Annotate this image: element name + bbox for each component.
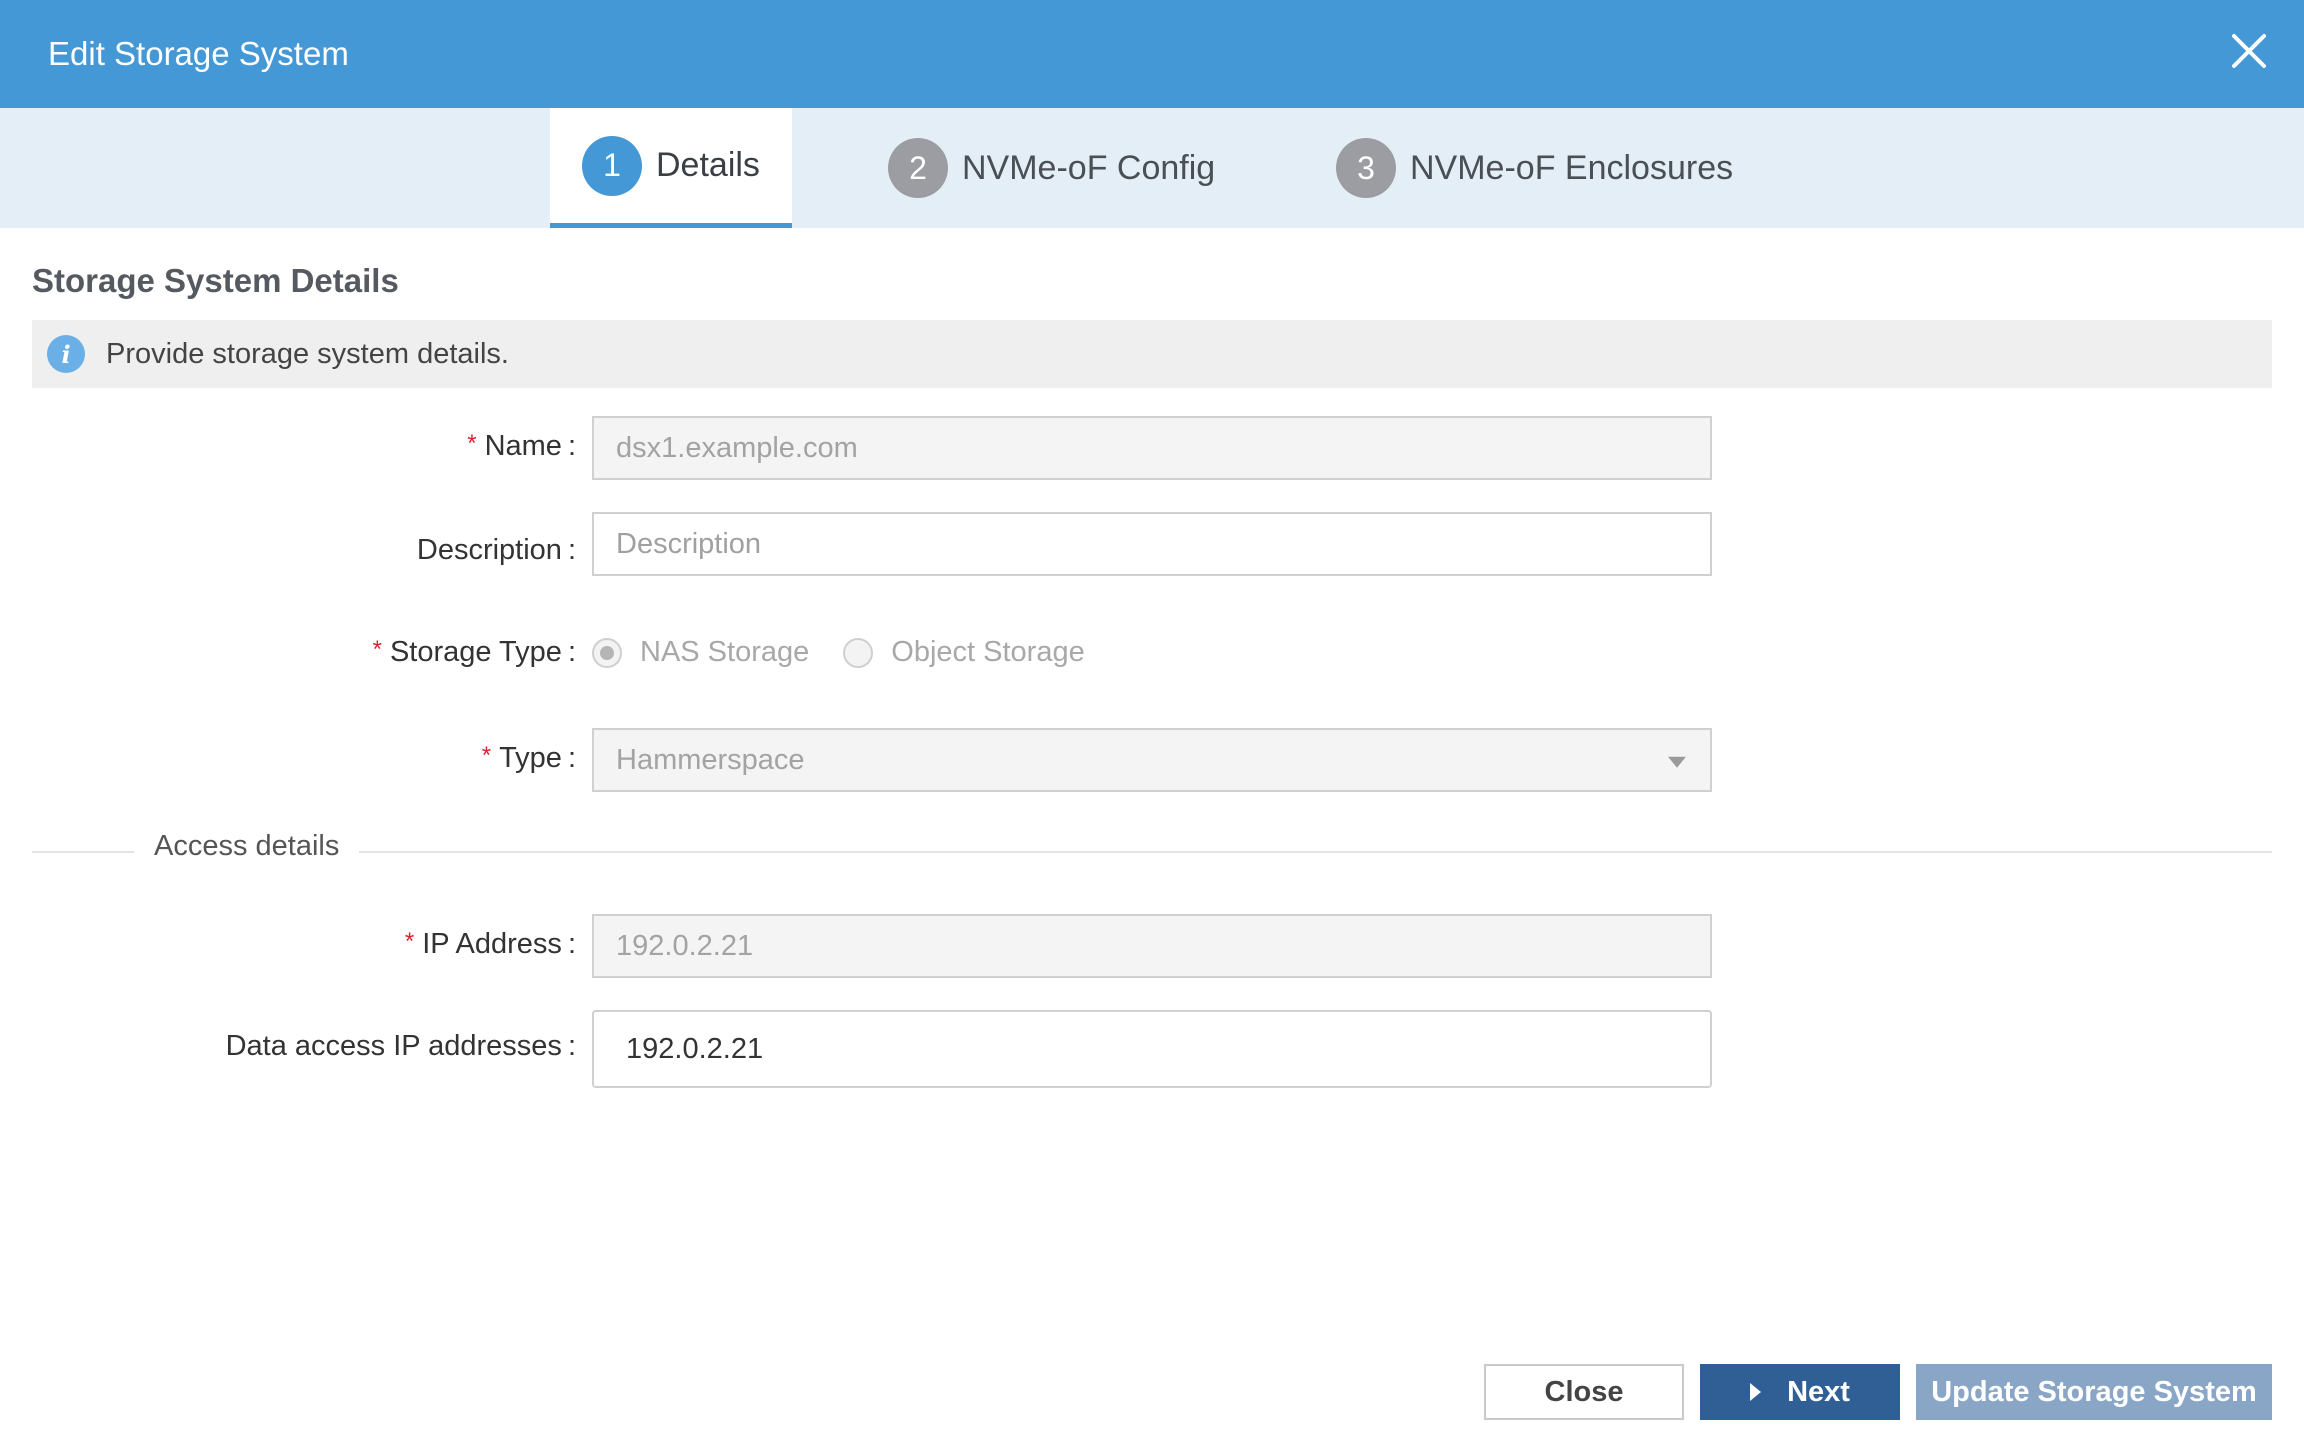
step-number: 2 bbox=[888, 138, 948, 198]
ip-address-label: * IP Address: bbox=[404, 928, 576, 960]
info-banner: i Provide storage system details. bbox=[32, 320, 2272, 388]
required-marker: * bbox=[481, 742, 492, 769]
required-marker: * bbox=[467, 430, 477, 457]
play-icon bbox=[1750, 1383, 1762, 1401]
radio-nas-storage[interactable]: NAS Storage bbox=[592, 636, 809, 669]
storage-type-radio-group: NAS Storage Object Storage bbox=[592, 636, 1119, 669]
close-button[interactable]: Close bbox=[1484, 1364, 1684, 1420]
info-text: Provide storage system details. bbox=[106, 337, 509, 370]
dialog-header: Edit Storage System bbox=[0, 0, 2304, 108]
step-label: NVMe-oF Config bbox=[962, 148, 1216, 187]
type-select[interactable]: Hammerspace bbox=[592, 728, 1712, 792]
step-label: Details bbox=[656, 146, 760, 184]
required-marker: * bbox=[404, 928, 415, 955]
next-button[interactable]: Next bbox=[1700, 1364, 1900, 1420]
update-storage-system-button[interactable]: Update Storage System bbox=[1916, 1364, 2272, 1420]
section-title: Storage System Details bbox=[32, 262, 399, 299]
wizard-steps: 1 Details 2 NVMe-oF Config 3 NVMe-oF Enc… bbox=[0, 108, 2304, 228]
required-marker: * bbox=[372, 636, 382, 663]
edit-storage-system-dialog: Edit Storage System 1 Details 2 NVMe-oF … bbox=[0, 0, 2304, 1452]
storage-type-label: * Storage Type: bbox=[372, 636, 576, 668]
name-input[interactable] bbox=[592, 416, 1712, 480]
step-details[interactable]: 1 Details bbox=[550, 108, 792, 228]
name-label: * Name: bbox=[467, 430, 576, 462]
info-icon: i bbox=[47, 335, 85, 373]
ip-address-input[interactable] bbox=[592, 914, 1712, 978]
description-label: Description: bbox=[416, 534, 576, 566]
data-access-ips-label: Data access IP addresses: bbox=[225, 1030, 576, 1062]
type-label: * Type: bbox=[481, 742, 576, 774]
svg-text:i: i bbox=[61, 340, 70, 369]
access-details-title: Access details bbox=[134, 830, 360, 863]
step-label: NVMe-oF Enclosures bbox=[1410, 148, 1734, 187]
step-number: 3 bbox=[1336, 138, 1396, 198]
description-input[interactable] bbox=[592, 512, 1712, 576]
step-nvme-of-enclosures[interactable]: 3 NVMe-oF Enclosures bbox=[1336, 108, 1733, 228]
radio-selected-icon bbox=[592, 637, 622, 668]
step-number: 1 bbox=[582, 135, 642, 196]
radio-unselected-icon bbox=[843, 637, 874, 668]
radio-object-storage[interactable]: Object Storage bbox=[843, 636, 1085, 669]
chevron-down-icon bbox=[1668, 756, 1686, 768]
data-access-ips-input[interactable] bbox=[592, 1010, 1712, 1088]
section-divider bbox=[32, 851, 2272, 853]
step-nvme-of-config[interactable]: 2 NVMe-oF Config bbox=[888, 108, 1215, 228]
close-icon[interactable] bbox=[2224, 26, 2274, 76]
dialog-title: Edit Storage System bbox=[48, 35, 349, 72]
